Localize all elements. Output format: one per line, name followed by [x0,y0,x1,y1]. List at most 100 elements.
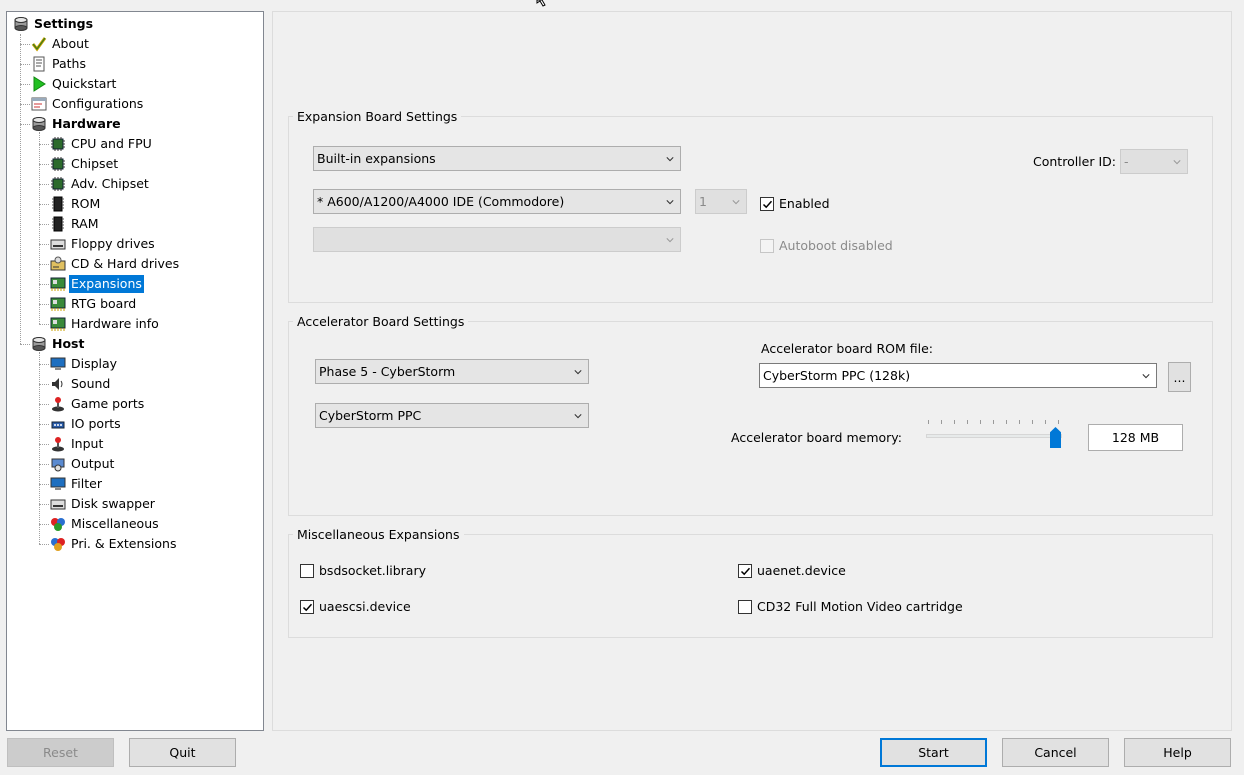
expansion-card-icon [50,276,66,292]
expansion-board-value: * A600/A1200/A4000 IDE (Commodore) [317,194,565,209]
tree-item-configurations[interactable]: Configurations [31,94,145,114]
bsdsocket-checkbox-box[interactable] [300,563,314,578]
tree-item-output[interactable]: Output [50,454,116,474]
accelerator-rom-select[interactable]: CyberStorm PPC (128k) [759,363,1157,388]
tree-item-display[interactable]: Display [50,354,119,374]
chevron-down-icon [666,200,674,205]
expansion-unit-select[interactable]: 1 [695,189,747,214]
tree-item-paths[interactable]: Paths [31,54,88,74]
tree-item-rtg-board[interactable]: RTG board [50,294,138,314]
tree-item-filter[interactable]: Filter [50,474,104,494]
tree-connector-line [20,34,21,344]
tree-item-sound[interactable]: Sound [50,374,112,394]
accelerator-model-select[interactable]: CyberStorm PPC [315,403,589,428]
tree-item-host[interactable]: Host [31,334,86,354]
tree-connector-line [39,384,49,385]
tree-connector-line [20,84,30,85]
misc-icon [50,516,66,532]
tree-item-pri-extensions[interactable]: Pri. & Extensions [50,534,178,554]
accelerator-memory-value: 128 MB [1088,424,1183,451]
tree-item-label: Output [71,456,115,471]
tree-connector-line [39,132,40,324]
tree-item-hardware[interactable]: Hardware [31,114,123,134]
enabled-label: Enabled [779,196,830,211]
tree-item-floppy-drives[interactable]: Floppy drives [50,234,157,254]
chip-icon [50,136,66,152]
tree-item-rom[interactable]: ROM [50,194,102,214]
check-icon [740,567,751,575]
tree-item-label: RAM [71,216,99,231]
floppy-icon [50,236,66,252]
tree-item-label: Quickstart [52,76,117,91]
tree-connector-line [20,44,30,45]
tree-item-cpu-and-fpu[interactable]: CPU and FPU [50,134,154,154]
reset-button[interactable]: Reset [7,738,114,767]
uaescsi-checkbox[interactable]: uaescsi.device [300,599,411,614]
expansion-board-select[interactable]: * A600/A1200/A4000 IDE (Commodore) [313,189,681,214]
mouse-cursor-icon [536,0,546,7]
help-button[interactable]: Help [1124,738,1231,767]
monitor-icon [50,476,66,492]
quit-button[interactable]: Quit [129,738,236,767]
tree-item-io-ports[interactable]: IO ports [50,414,123,434]
controller-id-select[interactable]: - [1120,149,1188,174]
tree-item-disk-swapper[interactable]: Disk swapper [50,494,157,514]
expansion-category-select[interactable]: Built-in expansions [313,146,681,171]
cancel-button[interactable]: Cancel [1002,738,1109,767]
accelerator-board-select[interactable]: Phase 5 - CyberStorm [315,359,589,384]
bsdsocket-label: bsdsocket.library [319,563,426,578]
bsdsocket-checkbox[interactable]: bsdsocket.library [300,563,426,578]
tree-item-ram[interactable]: RAM [50,214,101,234]
uaenet-checkbox-box[interactable] [738,563,752,578]
tree-item-adv-chipset[interactable]: Adv. Chipset [50,174,151,194]
chevron-down-icon [574,414,582,419]
settings-tree[interactable]: Settings About Paths Quickstart Configuratio… [6,11,264,731]
start-button[interactable]: Start [880,738,987,767]
tree-item-chipset[interactable]: Chipset [50,154,120,174]
uaenet-checkbox[interactable]: uaenet.device [738,563,846,578]
autoboot-disabled-checkbox-box[interactable] [760,238,774,253]
tree-connector-line [39,484,49,485]
cd32-fmv-checkbox[interactable]: CD32 Full Motion Video cartridge [738,599,963,614]
tree-connector-line [39,464,49,465]
tree-connector-line [39,444,49,445]
tree-connector-line [39,324,49,325]
tree-item-input[interactable]: Input [50,434,105,454]
tree-item-settings[interactable]: Settings [13,14,95,34]
tree-item-label: Host [52,336,85,351]
tree-connector-line [20,344,30,345]
autoboot-disabled-checkbox[interactable]: Autoboot disabled [760,238,893,253]
accelerator-memory-label: Accelerator board memory: [731,430,902,445]
hardware-icon [31,116,47,132]
rom-browse-button[interactable]: ... [1168,362,1191,392]
joystick-icon [50,436,66,452]
tree-item-label: Filter [71,476,102,491]
tree-item-label: RTG board [71,296,137,311]
uaescsi-label: uaescsi.device [319,599,411,614]
enabled-checkbox-box[interactable] [760,196,774,211]
tree-item-game-ports[interactable]: Game ports [50,394,146,414]
tree-item-quickstart[interactable]: Quickstart [31,74,118,94]
tree-item-label: Configurations [52,96,144,111]
tree-item-cd-hard-drives[interactable]: CD & Hard drives [50,254,181,274]
uaescsi-checkbox-box[interactable] [300,599,314,614]
slider-thumb[interactable] [1050,427,1061,448]
tree-connector-line [39,304,49,305]
enabled-checkbox[interactable]: Enabled [760,196,830,211]
floppy-icon [50,496,66,512]
autoboot-disabled-label: Autoboot disabled [779,238,893,253]
tree-connector-line [20,104,30,105]
tree-item-about[interactable]: About [31,34,91,54]
tree-item-hardware-info[interactable]: Hardware info [50,314,161,334]
tree-connector-line [39,184,49,185]
accelerator-memory-slider[interactable] [926,410,1062,450]
tree-item-label: IO ports [71,416,121,431]
tree-item-miscellaneous[interactable]: Miscellaneous [50,514,161,534]
tree-item-label: About [52,36,89,51]
cd32-fmv-checkbox-box[interactable] [738,599,752,614]
expansion-sub-select[interactable] [313,227,681,252]
tree-item-expansions[interactable]: Expansions [50,274,144,294]
check-icon [302,603,313,611]
rom-icon [50,196,66,212]
configurations-icon [31,96,47,112]
